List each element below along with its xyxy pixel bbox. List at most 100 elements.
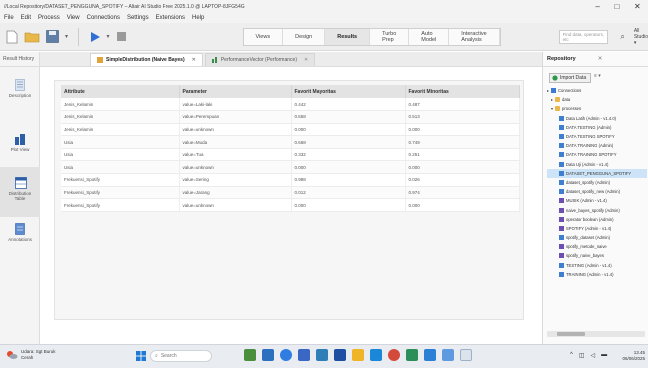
cell-attribute: Usia xyxy=(61,135,180,149)
table-row[interactable]: Frekuensi_Spotify value=Jarang 0.012 0.9… xyxy=(61,186,520,200)
sidebar-item-plot-view[interactable]: Plot View xyxy=(0,133,40,152)
stop-icon[interactable] xyxy=(116,29,127,45)
table-row[interactable]: Jenis_Kelamin value=Laki-laki 0.442 0.48… xyxy=(61,98,520,112)
sidebar-item-description[interactable]: Description xyxy=(0,79,40,98)
scrollbar-thumb[interactable] xyxy=(557,332,585,336)
weather-widget[interactable]: Udara: Sgt Buruk Cerah xyxy=(6,349,56,361)
repository-tree-item[interactable]: ▾ processes xyxy=(547,104,647,113)
view-tab-auto-model[interactable]: Auto Model xyxy=(409,28,450,45)
run-dropdown-icon[interactable]: ▾ xyxy=(107,33,110,40)
result-history-tab[interactable]: Result History xyxy=(0,52,40,67)
repository-tree-item[interactable]: DATA TRAINING (Admin) xyxy=(547,141,647,150)
edge-browser-icon[interactable] xyxy=(280,349,292,361)
tree-item-label: spotify_naive_bayes xyxy=(566,253,604,259)
chrome-browser-icon[interactable] xyxy=(388,349,400,361)
excel-app-icon[interactable] xyxy=(406,349,418,361)
close-repository-icon[interactable]: ✕ xyxy=(598,56,603,62)
tab-performance-vector[interactable]: PerformanceVector (Performance) ✕ xyxy=(204,53,316,66)
view-tab-turbo-prep[interactable]: Turbo Prep xyxy=(370,28,410,45)
teams-app-icon[interactable] xyxy=(316,349,328,361)
taskbar-search[interactable]: ⌕ Search xyxy=(150,350,212,362)
repository-tree-item[interactable]: TESTING (Admin - v1.4) xyxy=(547,261,647,270)
save-dropdown-icon[interactable]: ▾ xyxy=(65,33,68,40)
run-icon[interactable] xyxy=(89,29,101,45)
open-folder-icon[interactable] xyxy=(24,29,40,45)
view-tab-interactive-analysis[interactable]: Interactive Analysis xyxy=(449,28,500,45)
global-search-input[interactable]: Find data, operators, etc xyxy=(558,29,609,44)
chevron-up-icon[interactable]: ^ xyxy=(570,352,573,359)
tab-simple-distribution[interactable]: SimpleDistribution (Naive Bayes) ✕ xyxy=(90,53,203,66)
repository-tree-item[interactable]: dataset_spotify (Admin) xyxy=(547,178,647,187)
network-icon[interactable]: ◫ xyxy=(579,352,585,359)
close-tab-icon[interactable]: ✕ xyxy=(304,57,308,63)
table-row[interactable]: Jenis_Kelamin value=Perempuan 0.558 0.51… xyxy=(61,110,520,124)
view-tab-results[interactable]: Results xyxy=(325,28,371,45)
close-tab-icon[interactable]: ✕ xyxy=(192,57,196,63)
repository-menu-icon[interactable]: ≡ ▾ xyxy=(594,73,601,79)
repository-horizontal-scrollbar[interactable] xyxy=(547,331,645,337)
volume-icon[interactable]: ◁ xyxy=(591,352,596,359)
mail-app-icon[interactable] xyxy=(424,349,436,361)
repository-tree-item[interactable]: DATASET_PENGGUNA_SPOTIFY xyxy=(547,168,647,178)
table-row[interactable]: Jenis_Kelamin value=unknown 0.000 0.000 xyxy=(61,123,520,137)
repository-tree-item[interactable]: operator boolean (Admin) xyxy=(547,215,647,224)
menu-extensions[interactable]: Extensions xyxy=(156,15,185,21)
file-explorer-icon[interactable] xyxy=(352,349,364,361)
altair-studio-icon[interactable] xyxy=(334,349,346,361)
task-view-icon[interactable] xyxy=(262,349,274,361)
table-row[interactable]: Usia value=Muda 0.668 0.749 xyxy=(61,135,520,149)
sidebar-item-distribution-table[interactable]: Distribution Table xyxy=(0,167,40,217)
sidebar-item-annotations[interactable]: Annotations xyxy=(0,223,40,242)
repository-tree-item[interactable]: spotify_metode_naive xyxy=(547,242,647,251)
table-row[interactable]: Usia value=unknown 0.000 0.000 xyxy=(61,160,520,175)
repository-tree-item[interactable]: DATA TESTING (Admin) xyxy=(547,123,647,132)
menu-edit[interactable]: Edit xyxy=(21,15,31,21)
menu-view[interactable]: View xyxy=(67,15,80,21)
minimize-button[interactable]: – xyxy=(595,2,599,11)
taskbar-clock[interactable]: 13.45 06/06/2025 xyxy=(619,350,645,362)
import-data-button[interactable]: Import Data xyxy=(549,73,591,83)
save-icon[interactable] xyxy=(46,29,59,45)
column-header-attribute[interactable]: Attribute xyxy=(61,85,180,98)
repository-tree-item[interactable]: ▸ data xyxy=(547,95,647,104)
repository-tree-item[interactable]: naive_bayes_spotify (Admin) xyxy=(547,205,647,214)
table-row[interactable]: Frekuensi_Spotify value=unknown 0.000 0.… xyxy=(61,198,520,212)
app-icon[interactable] xyxy=(370,349,382,361)
column-header-favorit-minoritas[interactable]: Favorit Minoritas xyxy=(405,85,520,98)
repository-tree-item[interactable]: spotify_dataset (Admin) xyxy=(547,233,647,242)
view-tab-design[interactable]: Design xyxy=(283,28,326,45)
widgets-app-icon[interactable] xyxy=(244,349,256,361)
repository-tree-item[interactable]: SPOTIFY (Admin - v1.4) xyxy=(547,224,647,233)
menu-process[interactable]: Process xyxy=(38,15,60,21)
battery-icon[interactable]: ▬ xyxy=(601,352,607,359)
column-header-favorit-mayoritas[interactable]: Favorit Mayoritas xyxy=(291,85,406,98)
column-header-parameter[interactable]: Parameter xyxy=(179,85,292,98)
repository-tree-item[interactable]: DATA TRAINING SPOTIFY xyxy=(547,150,647,159)
window-title: //Local Repository/DATASET_PENGGUNA_SPOT… xyxy=(4,3,245,10)
repository-tree-item[interactable]: Data Uji (Admin - v1.4) xyxy=(547,160,647,169)
repository-tree-item[interactable]: TRAINING (Admin - v1.4) xyxy=(547,270,647,279)
window-controls: – □ ✕ xyxy=(588,2,648,11)
repository-tree-item[interactable]: Data Latih (Admin - v1.4.0) xyxy=(547,114,647,123)
menu-settings[interactable]: Settings xyxy=(127,15,149,21)
view-tab-views[interactable]: Views xyxy=(244,28,284,45)
table-row[interactable]: Usia value=Tua 0.332 0.251 xyxy=(61,148,520,162)
repository-tree-item[interactable]: ▸ Connections xyxy=(547,86,647,95)
repository-tree-item[interactable]: spotify_naive_bayes xyxy=(547,251,647,260)
search-icon[interactable]: ⌕ xyxy=(620,32,624,42)
menu-connections[interactable]: Connections xyxy=(87,15,120,21)
photos-app-icon[interactable] xyxy=(442,349,454,361)
repository-tree-item[interactable]: DATA TESTING SPOTIFY xyxy=(547,132,647,141)
word-app-icon[interactable] xyxy=(298,349,310,361)
table-row[interactable]: Frekuensi_Spotify value=Sering 0.988 0.0… xyxy=(61,173,520,187)
close-window-button[interactable]: ✕ xyxy=(634,2,641,11)
maximize-button[interactable]: □ xyxy=(614,2,619,11)
store-app-icon[interactable] xyxy=(460,349,472,361)
menu-help[interactable]: Help xyxy=(192,15,204,21)
menu-file[interactable]: File xyxy=(4,15,14,21)
repository-tree-item[interactable]: dataset_spotify_new (Admin) xyxy=(547,187,647,196)
start-button[interactable] xyxy=(136,351,146,361)
repository-tree-item[interactable]: MUSIK (Admin - v1.4) xyxy=(547,196,647,205)
studio-selector[interactable]: All Studio ▾ xyxy=(634,28,648,46)
new-process-icon[interactable] xyxy=(6,29,18,45)
